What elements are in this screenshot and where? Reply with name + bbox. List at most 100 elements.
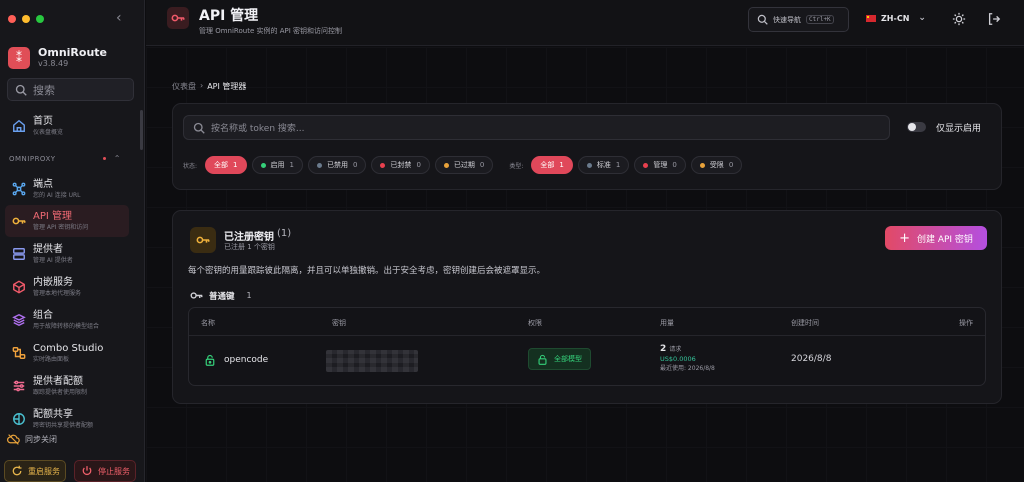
api-key-header-icon <box>167 7 189 29</box>
logout-button[interactable] <box>986 11 1002 27</box>
sidebar-item-desc: 管理本地代理服务 <box>33 289 82 297</box>
status-chip-enabled[interactable]: 启用 1 <box>251 156 303 174</box>
chip-count: 1 <box>289 161 294 169</box>
breadcrumb-separator: › <box>200 81 204 90</box>
restart-label: 重启服务 <box>28 466 60 476</box>
created-date: 2026/8/8 <box>791 354 832 364</box>
create-api-key-button[interactable]: + 创建 API 密钥 <box>885 226 987 250</box>
col-usage: 用量 <box>660 319 674 327</box>
type-filter-label: 类型: <box>509 162 524 170</box>
chip-label: 管理 <box>653 161 668 169</box>
theme-toggle-button[interactable] <box>951 11 967 27</box>
sidebar-item-quota-sharing[interactable]: 配额共享 跨密钥共享提供者配额 <box>5 403 129 435</box>
sidebar-item-label: 组合 <box>33 309 53 321</box>
chip-count: 0 <box>728 161 734 169</box>
language-selector[interactable]: ZH-CN ⌄ <box>866 13 926 23</box>
type-chip-standard[interactable]: 标准 1 <box>577 156 630 174</box>
chip-count: 0 <box>672 161 677 169</box>
chip-label: 标准 <box>596 161 611 169</box>
key-icon <box>190 227 216 253</box>
sidebar-item-embedded-services[interactable]: 内嵌服务 管理本地代理服务 <box>5 271 129 303</box>
sun-icon <box>952 12 966 26</box>
sidebar-item-desc: 您的 AI 连接 URL <box>33 191 81 199</box>
restart-service-button[interactable]: 重启服务 <box>4 460 66 482</box>
sidebar-item-label: 内嵌服务 <box>33 276 73 288</box>
filter-chips: 状态: 全部 1 启用 1 已禁用 0 已封禁 0 已过期 0 类型: 全部 1… <box>183 156 743 174</box>
sidebar-item-label: 提供者 <box>33 243 63 255</box>
status-dot <box>443 162 449 168</box>
sidebar-item-desc: 实时路由面板 <box>33 355 70 363</box>
page-subtitle: 管理 OmniRoute 实例的 API 密钥和访问控制 <box>199 27 343 35</box>
cloud-off-icon <box>7 434 20 445</box>
share-icon <box>12 412 26 426</box>
sidebar-item-combo-studio[interactable]: Combo Studio 实时路由面板 <box>5 337 129 369</box>
col-name: 名称 <box>201 319 215 327</box>
breadcrumb: 仪表盘 › API 管理器 <box>172 81 246 92</box>
status-chip-banned[interactable]: 已封禁 0 <box>371 156 430 174</box>
maximize-window-button[interactable] <box>36 15 44 23</box>
type-dot <box>643 162 649 168</box>
sync-label: 同步关闭 <box>25 435 57 444</box>
type-chip-restricted[interactable]: 受限 0 <box>690 156 743 174</box>
endpoint-icon <box>12 182 26 196</box>
close-window-button[interactable] <box>8 15 16 23</box>
chip-label: 全部 <box>540 161 555 169</box>
usage-unit: 请求 <box>669 346 682 353</box>
col-permission: 权限 <box>528 319 542 327</box>
usage-cell: 2 请求 US$0.0006 最近使用: 2026/8/8 <box>660 344 715 373</box>
status-chip-expired[interactable]: 已过期 0 <box>434 156 494 174</box>
chip-label: 启用 <box>270 161 285 169</box>
type-chip-all[interactable]: 全部 1 <box>531 156 573 174</box>
key-name-cell[interactable]: opencode <box>204 354 268 366</box>
key-name: opencode <box>224 355 269 365</box>
chevron-up-icon: ⌃ <box>113 154 121 163</box>
sidebar-item-api-management[interactable]: API 管理 管理 API 密钥和访问 <box>5 205 129 237</box>
quick-nav-button[interactable]: 快速导航 Ctrl+K <box>748 7 849 32</box>
usage-count: 2 <box>660 344 667 354</box>
permission-label: 全部模型 <box>554 355 582 363</box>
chip-count: 1 <box>233 161 238 169</box>
logout-icon <box>988 13 1001 25</box>
type-chip-admin[interactable]: 管理 0 <box>634 156 686 174</box>
sidebar-scrollbar[interactable] <box>140 110 143 150</box>
status-chip-all[interactable]: 全部 1 <box>205 156 247 174</box>
key-group-header[interactable]: 普通键 1 <box>190 289 252 302</box>
sidebar-item-label: Combo Studio <box>33 342 104 354</box>
sidebar-item-combos[interactable]: 组合 用于故障转移的模型组合 <box>5 304 129 336</box>
stop-service-button[interactable]: 停止服务 <box>74 460 136 482</box>
home-icon <box>12 119 26 133</box>
key-search-input[interactable]: 按名称或 token 搜索... <box>183 115 890 140</box>
sidebar-item-label: 配额共享 <box>33 408 73 420</box>
collapse-sidebar-icon[interactable]: ‹ <box>116 10 122 26</box>
cube-icon <box>12 280 26 294</box>
chip-count: 1 <box>559 161 564 169</box>
section-omniproxy[interactable]: OMNIPROXY ⌃ <box>9 154 121 163</box>
status-chip-disabled[interactable]: 已禁用 0 <box>307 156 367 174</box>
sidebar-item-provider-quota[interactable]: 提供者配额 跟踪提供者使用限制 <box>5 370 129 402</box>
top-header: API 管理 管理 OmniRoute 实例的 API 密钥和访问控制 快速导航… <box>146 0 1024 46</box>
sidebar-item-desc: 跟踪提供者使用限制 <box>33 388 88 396</box>
registered-subtitle: 已注册 1 个密钥 <box>224 243 275 251</box>
sidebar-search-input[interactable]: 搜索 <box>7 78 134 101</box>
minimize-window-button[interactable] <box>22 15 30 23</box>
type-dot <box>699 162 705 168</box>
masked-key-value[interactable] <box>326 350 418 372</box>
sidebar-item-home[interactable]: 首页 仪表盘概览 <box>5 110 129 142</box>
usage-cost: US$0.0006 <box>660 355 696 363</box>
active-only-label: 仅显示启用 <box>936 124 982 134</box>
quick-nav-label: 快速导航 <box>773 15 801 24</box>
sidebar-item-desc: 用于故障转移的模型组合 <box>33 322 100 330</box>
registered-keys-title: 已注册密钥 (1) <box>224 228 291 243</box>
sidebar-item-endpoint[interactable]: 端点 您的 AI 连接 URL <box>5 173 129 205</box>
sync-status[interactable]: 同步关闭 <box>7 433 57 446</box>
sidebar-item-label: 端点 <box>33 178 53 190</box>
sidebar-item-providers[interactable]: 提供者 管理 AI 提供者 <box>5 238 129 270</box>
notification-dot <box>102 157 106 160</box>
active-only-toggle[interactable] <box>907 122 926 132</box>
brand-logo: ⁑ <box>8 46 30 69</box>
sidebar-item-desc: 仪表盘概览 <box>33 128 64 136</box>
create-api-key-label: 创建 API 密钥 <box>916 234 973 245</box>
chip-count: 1 <box>615 161 621 169</box>
sidebar-item-desc: 管理 API 密钥和访问 <box>33 223 89 231</box>
breadcrumb-root[interactable]: 仪表盘 <box>172 81 196 92</box>
